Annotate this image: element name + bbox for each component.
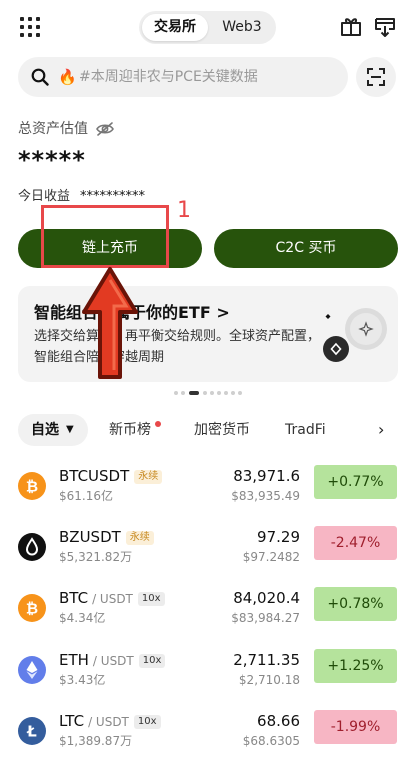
symbol-line: BTCUSDT 永续 [59,466,163,486]
symbol-line: LTC / USDT 10x [59,711,161,731]
caret-down-icon: ▼ [66,424,74,435]
symbol-line: BTC / USDT 10x [59,588,165,608]
usd-price: $97.2482 [242,550,300,564]
svg-text:₿: ₿ [26,600,38,618]
gift-icon[interactable] [340,15,362,37]
grid-menu-icon[interactable] [20,17,40,37]
volume: $61.16亿 [59,489,113,503]
scan-icon [367,68,385,86]
pair-symbol: BTC [59,589,89,607]
scan-button[interactable] [356,57,396,97]
pair-tag: 10x [138,654,166,668]
svg-text:₿: ₿ [26,478,38,496]
pair-quote: / USDT [92,592,133,606]
change-badge[interactable]: +0.77% [314,465,397,499]
search-placeholder: #本周迎非农与PCE关键数据 [79,69,258,85]
fire-icon: 🔥 [58,68,77,86]
pair-tag: 永续 [125,531,154,545]
market-row[interactable]: ₿ BTCUSDT 永续 $61.16亿 83,971.6 $83,935.49 +0.77… [0,458,417,518]
search-icon [31,68,49,86]
market-row[interactable]: ETH / USDT 10x $3.43亿 2,711.35 $2,710.18 +1.25… [0,642,417,702]
sparkle-icon [323,308,387,362]
usd-price: $2,710.18 [238,673,300,687]
carousel-indicator [174,391,242,395]
tab-favorites[interactable]: 自选 ▼ [18,414,88,446]
ltc-icon: Ł [18,717,46,745]
chevron-right-icon[interactable]: › [378,414,384,446]
last-price: 84,020.4 [233,589,300,607]
search-bar[interactable]: 🔥 #本周迎非农与PCE关键数据 [18,57,348,97]
tab-web3[interactable]: Web3 [211,14,273,41]
usd-price: $83,935.49 [231,489,300,503]
annotation-arrow-icon [82,267,138,379]
last-price: 68.66 [257,712,300,730]
usd-price: $83,984.27 [231,611,300,625]
volume: $5,321.82万 [59,550,133,564]
top-bar: 交易所 Web3 [0,0,417,52]
annotation-step-number: 1 [177,198,191,223]
volume: $1,389.87万 [59,734,133,748]
mode-switch: 交易所 Web3 [139,11,276,44]
usd-price: $68.6305 [242,734,300,748]
annotation-highlight-box [41,205,169,268]
tab-tradfi[interactable]: TradFi [285,414,326,446]
change-badge[interactable]: -2.47% [314,526,397,560]
pair-tag: 10x [133,715,161,729]
today-pnl-value: ********** [80,189,145,204]
eth-icon [18,656,46,684]
pair-quote: / USDT [92,654,134,668]
tab-crypto[interactable]: 加密货币 [194,414,250,446]
market-row[interactable]: Ł LTC / USDT 10x $1,389.87万 68.66 $68.6305 -1.9… [0,703,417,763]
new-badge-dot [155,421,161,427]
tab-new-listings[interactable]: 新币榜 [109,414,151,446]
last-price: 97.29 [257,528,300,546]
pair-tag: 10x [137,592,165,606]
change-badge[interactable]: +1.25% [314,649,397,683]
btc-icon: ₿ [18,594,46,622]
last-price: 2,711.35 [233,651,300,669]
promo-banner[interactable]: 智能组合：属于你的ETF > 选择交给算法，再平衡交给规则。全球资产配置，智能组… [18,286,398,382]
pair-tag: 永续 [134,470,163,484]
market-row[interactable]: BZUSDT 永续 $5,321.82万 97.29 $97.2482 -2.47% [0,519,417,579]
pair-symbol: ETH [59,651,89,669]
total-assets-value: ***** [18,146,86,174]
download-icon[interactable] [373,15,397,39]
volume: $4.34亿 [59,611,106,625]
tab-exchange[interactable]: 交易所 [142,14,208,41]
last-price: 83,971.6 [233,467,300,485]
symbol-line: ETH / USDT 10x [59,650,166,670]
pair-symbol: BTCUSDT [59,467,130,485]
change-badge[interactable]: -1.99% [314,710,397,744]
eye-hidden-icon[interactable] [95,121,115,137]
oil-drop-icon [18,533,46,561]
pair-symbol: BZUSDT [59,528,121,546]
market-row[interactable]: ₿ BTC / USDT 10x $4.34亿 84,020.4 $83,984.27 +0.… [0,580,417,640]
today-pnl-label: 今日收益 [18,189,71,204]
svg-text:Ł: Ł [26,723,37,741]
pair-symbol: LTC [59,712,85,730]
symbol-line: BZUSDT 永续 [59,527,154,547]
total-assets-label: 总资产估值 [18,121,88,137]
tab-favorites-label: 自选 [31,422,59,438]
c2c-buy-button[interactable]: C2C 买币 [214,229,398,268]
pair-quote: / USDT [88,715,129,729]
volume: $3.43亿 [59,673,106,687]
btc-icon: ₿ [18,472,46,500]
change-badge[interactable]: +0.78% [314,587,397,621]
